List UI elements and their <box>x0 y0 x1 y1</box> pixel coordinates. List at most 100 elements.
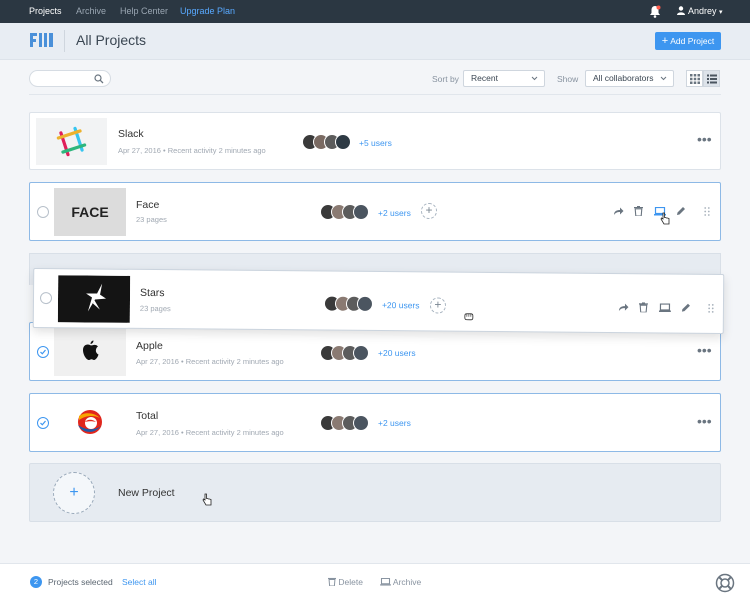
selection-bar: 2 Projects selected Select all Delete Ar… <box>0 563 750 600</box>
select-checkbox[interactable] <box>37 417 49 429</box>
sort-select[interactable]: Recent <box>463 70 545 87</box>
list-view-button[interactable] <box>703 70 720 87</box>
face-logo-text: FACE <box>71 204 108 220</box>
collaborator-avatars[interactable] <box>302 134 354 150</box>
project-name[interactable]: Face <box>136 199 159 211</box>
chevron-down-icon <box>660 76 667 81</box>
add-project-label: Add Project <box>670 36 715 46</box>
select-all-link[interactable]: Select all <box>122 577 157 587</box>
users-count[interactable]: +2 users <box>378 418 411 428</box>
page-header: All Projects + Add Project <box>0 23 750 60</box>
app-logo[interactable] <box>29 32 54 48</box>
drag-handle-icon[interactable] <box>704 207 710 216</box>
avatar <box>353 345 369 361</box>
chevron-down-icon <box>531 76 538 81</box>
archive-label: Archive <box>392 577 422 587</box>
page-title: All Projects <box>76 32 147 48</box>
archive-button[interactable]: Archive <box>380 577 421 587</box>
projects-selected-label: Projects selected <box>48 577 113 587</box>
users-count[interactable]: +20 users <box>382 300 420 310</box>
more-options-icon[interactable]: ••• <box>697 132 712 146</box>
archive-icon <box>380 577 391 586</box>
nav-upgrade-plan[interactable]: Upgrade Plan <box>180 0 235 23</box>
help-lifebuoy-icon[interactable] <box>715 573 735 593</box>
collaborators-select[interactable]: All collaborators <box>585 70 674 87</box>
user-name: Andrey <box>688 6 717 16</box>
avatar <box>353 204 369 220</box>
drag-handle-icon[interactable] <box>708 303 714 313</box>
avatar <box>356 295 374 312</box>
top-nav: Projects Archive Help Center Upgrade Pla… <box>0 0 750 23</box>
user-icon <box>677 6 685 15</box>
sort-value: Recent <box>471 73 498 83</box>
apple-logo <box>54 327 126 376</box>
project-meta: Apr 27, 2016 • Recent activity 2 minutes… <box>118 146 266 155</box>
project-card-slack[interactable]: Slack Apr 27, 2016 • Recent activity 2 m… <box>29 112 721 170</box>
collaborator-avatars[interactable] <box>320 345 372 361</box>
grid-icon <box>690 74 700 84</box>
collaborator-avatars[interactable] <box>320 415 372 431</box>
project-card-stars[interactable]: Stars 23 pages +20 users + <box>32 267 725 335</box>
show-label: Show <box>557 74 579 84</box>
new-project-label: New Project <box>118 487 175 499</box>
sort-label: Sort by <box>432 74 459 84</box>
collaborator-avatars[interactable] <box>320 204 372 220</box>
trash-icon[interactable] <box>638 302 648 313</box>
select-checkbox[interactable] <box>37 206 49 218</box>
bell-icon[interactable] <box>649 5 661 18</box>
share-icon[interactable] <box>613 207 624 216</box>
grid-view-button[interactable] <box>686 70 703 87</box>
avatar <box>353 415 369 431</box>
user-menu[interactable]: Andrey ▾ <box>677 0 723 23</box>
project-card-face[interactable]: FACE Face 23 pages +2 users + <box>29 182 721 241</box>
more-options-icon[interactable]: ••• <box>697 414 712 428</box>
users-count[interactable]: +20 users <box>378 348 416 358</box>
show-value: All collaborators <box>593 73 654 83</box>
stars-logo <box>57 275 131 323</box>
delete-label: Delete <box>338 577 363 587</box>
trash-icon[interactable] <box>634 206 643 216</box>
chevron-down-icon: ▾ <box>719 9 723 16</box>
plus-icon: + <box>661 35 669 47</box>
project-name[interactable]: Apple <box>136 340 163 352</box>
total-logo <box>78 410 102 434</box>
hand-cursor-icon <box>660 212 670 225</box>
nav-help-center[interactable]: Help Center <box>120 0 168 23</box>
select-checkbox[interactable] <box>37 346 49 358</box>
collaborator-avatars[interactable] <box>323 295 376 312</box>
new-project-card[interactable]: + New Project <box>29 463 721 522</box>
hand-cursor-icon <box>202 493 212 506</box>
project-name[interactable]: Stars <box>140 287 165 299</box>
search-input[interactable] <box>29 70 111 87</box>
project-meta: Apr 27, 2016 • Recent activity 2 minutes… <box>136 357 284 366</box>
project-meta: 23 pages <box>136 215 167 224</box>
list-icon <box>707 74 717 84</box>
project-name[interactable]: Total <box>136 410 158 422</box>
project-card-total[interactable]: Total Apr 27, 2016 • Recent activity 2 m… <box>29 393 721 452</box>
nav-archive[interactable]: Archive <box>76 0 106 23</box>
avatar <box>335 134 351 150</box>
add-project-plus-icon[interactable]: + <box>53 472 95 514</box>
more-options-icon[interactable]: ••• <box>697 343 712 357</box>
search-icon <box>94 74 104 84</box>
project-meta: 23 pages <box>139 303 171 314</box>
users-count[interactable]: +2 users <box>378 208 411 218</box>
archive-icon[interactable] <box>658 303 671 313</box>
delete-button[interactable]: Delete <box>328 577 363 587</box>
face-logo: FACE <box>54 188 126 236</box>
share-icon[interactable] <box>618 303 629 312</box>
edit-icon[interactable] <box>676 206 686 216</box>
toolbar-divider <box>29 94 721 95</box>
slack-logo <box>36 118 107 165</box>
nav-projects[interactable]: Projects <box>29 0 62 23</box>
grab-cursor-icon <box>464 313 474 321</box>
header-divider <box>64 30 65 52</box>
project-meta: Apr 27, 2016 • Recent activity 2 minutes… <box>136 428 284 437</box>
add-project-button[interactable]: + Add Project <box>655 32 721 50</box>
select-checkbox[interactable] <box>39 292 53 305</box>
users-count[interactable]: +5 users <box>359 138 392 148</box>
add-collaborator-button[interactable]: + <box>421 203 437 219</box>
project-name[interactable]: Slack <box>118 128 144 140</box>
add-collaborator-button[interactable]: + <box>429 297 447 314</box>
edit-icon[interactable] <box>681 303 691 313</box>
